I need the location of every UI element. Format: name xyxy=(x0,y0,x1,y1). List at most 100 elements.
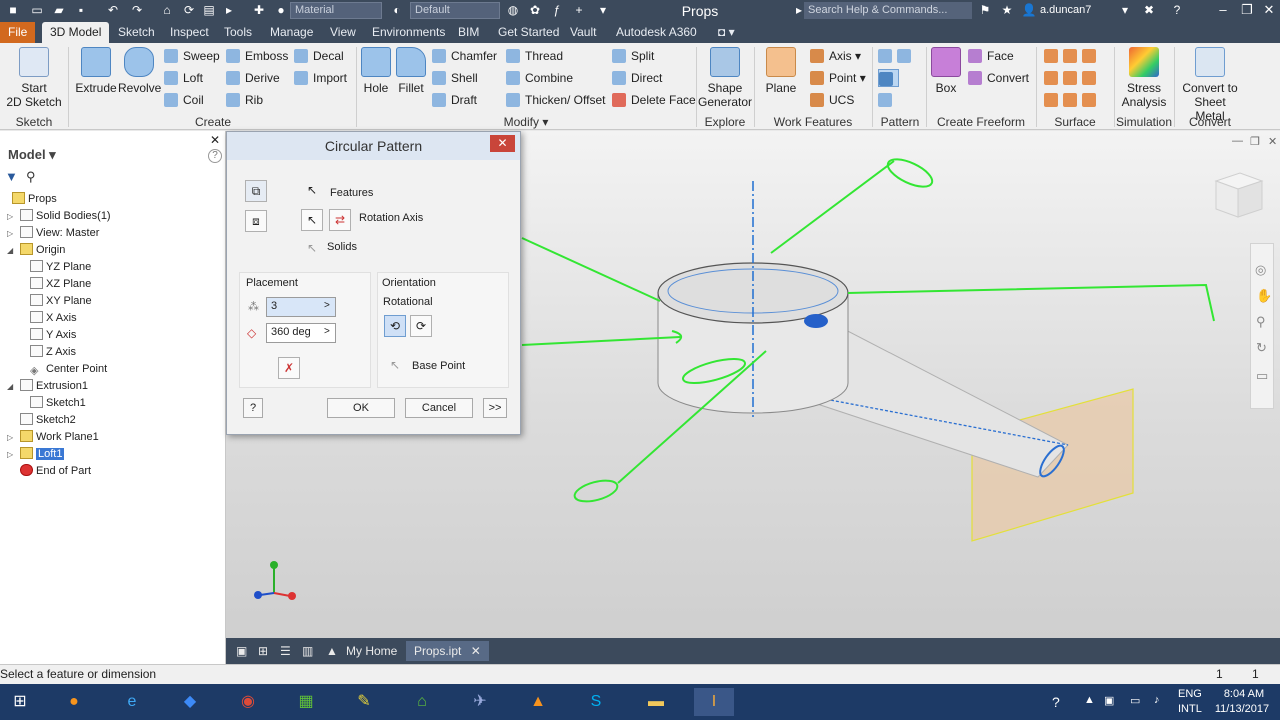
redo-icon[interactable]: ↷ xyxy=(128,3,146,17)
vlc-icon[interactable]: ▲ xyxy=(518,688,558,716)
home-app-icon[interactable]: ⌂ xyxy=(402,688,442,716)
firefox-icon[interactable]: ● xyxy=(54,688,94,716)
fx-icon[interactable]: ƒ xyxy=(548,3,566,17)
internet-explorer-icon[interactable]: e xyxy=(112,688,152,716)
steering-wheel-icon[interactable]: ◎ xyxy=(1255,262,1266,278)
tree-node-end-of-part[interactable]: End of Part xyxy=(20,463,91,480)
rotational-orientation-icon[interactable]: ⟲ xyxy=(384,315,406,337)
appearance-combo[interactable]: Default xyxy=(410,2,500,19)
tree-node-loft1[interactable]: Loft1 xyxy=(20,446,65,463)
plane-button[interactable]: Plane xyxy=(762,47,800,95)
thread-button[interactable]: Thread xyxy=(506,47,563,65)
tab-vault[interactable]: Vault xyxy=(562,22,604,43)
midplane-icon[interactable]: ✗ xyxy=(278,357,300,379)
keyboard-icon[interactable]: ▭ xyxy=(1130,694,1140,707)
language-line-2[interactable]: INTL xyxy=(1178,703,1202,715)
favorites-icon[interactable]: ★ xyxy=(998,3,1016,17)
user-dropdown-icon[interactable]: ▾ xyxy=(1116,3,1134,17)
help-tray-icon[interactable]: ? xyxy=(1052,694,1060,710)
tree-node-xz-plane[interactable]: XZ Plane xyxy=(30,276,91,293)
emboss-button[interactable]: Emboss xyxy=(226,47,288,65)
flip-axis-icon[interactable]: ⇄ xyxy=(329,209,351,231)
user-name[interactable]: a.duncan7 xyxy=(1040,4,1091,16)
ok-button[interactable]: OK xyxy=(327,398,395,418)
expand-icon[interactable]: ▷ xyxy=(7,229,13,238)
angle-arrow-icon[interactable]: > xyxy=(324,326,330,337)
view-cube[interactable] xyxy=(1214,172,1264,218)
volume-icon[interactable]: ♪ xyxy=(1154,694,1160,706)
update-icon[interactable]: ⟳ xyxy=(180,3,198,17)
show-hidden-icons[interactable]: ▲ xyxy=(1084,694,1095,706)
tab-autodesk-a360[interactable]: Autodesk A360 xyxy=(608,22,705,43)
orbit-icon[interactable]: ↻ xyxy=(1256,340,1267,356)
app-logo-icon[interactable]: ■ xyxy=(4,3,22,17)
boundary-patch-icon[interactable] xyxy=(1044,93,1058,107)
repair-bodies-icon[interactable] xyxy=(1082,93,1096,107)
face-button[interactable]: Face xyxy=(968,47,1014,65)
convert-freeform-button[interactable]: Convert xyxy=(968,69,1029,87)
minimize-icon[interactable]: – xyxy=(1212,2,1234,17)
box-button[interactable]: Box xyxy=(928,47,964,95)
extend-icon[interactable] xyxy=(1082,71,1096,85)
pan-icon[interactable]: ✋ xyxy=(1256,288,1272,304)
pattern-solids-mode-icon[interactable]: ⧈ xyxy=(245,210,267,232)
collapse-icon[interactable]: ◢ xyxy=(7,382,13,391)
measure-icon[interactable]: ✚ xyxy=(250,3,268,17)
tab-sketch[interactable]: Sketch xyxy=(110,22,163,43)
tree-node-center-point[interactable]: ◈ Center Point xyxy=(30,361,107,378)
tab-get-started[interactable]: Get Started xyxy=(490,22,567,43)
tree-node-xy-plane[interactable]: XY Plane xyxy=(30,293,92,310)
count-arrow-icon[interactable]: > xyxy=(324,300,330,311)
clear-override-icon[interactable]: ◍ xyxy=(504,3,522,17)
ruled-surface-icon[interactable] xyxy=(1044,71,1058,85)
surface-tools-row-1[interactable] xyxy=(1044,47,1101,65)
viewport-close-icon[interactable]: ✕ xyxy=(1268,135,1277,148)
import-button[interactable]: Import xyxy=(294,69,347,87)
tab-3d-model[interactable]: 3D Model xyxy=(42,22,110,43)
split-button[interactable]: Split xyxy=(612,47,654,65)
network-icon[interactable]: ▣ xyxy=(1104,694,1114,707)
tree-node-extrusion1[interactable]: Extrusion1 xyxy=(20,378,88,395)
base-point-select-icon[interactable]: ↖ xyxy=(384,355,406,377)
open-file-icon[interactable]: ▰ xyxy=(50,3,68,17)
help-icon[interactable]: ? xyxy=(1168,3,1186,17)
ucs-button[interactable]: UCS xyxy=(810,91,854,109)
start-2d-sketch-button[interactable]: Start 2D Sketch xyxy=(6,47,62,109)
point-button[interactable]: Point ▾ xyxy=(810,69,866,87)
rib-button[interactable]: Rib xyxy=(226,91,263,109)
tree-node-sketch1[interactable]: Sketch1 xyxy=(30,395,86,412)
tree-node-solid-bodies[interactable]: Solid Bodies(1) xyxy=(20,208,111,225)
filter-icon[interactable]: ▼ xyxy=(5,169,18,184)
home-icon[interactable]: ⌂ xyxy=(158,3,176,17)
tree-node-z-axis[interactable]: Z Axis xyxy=(30,344,76,361)
trim-icon[interactable] xyxy=(1063,71,1077,85)
tab-file[interactable]: File xyxy=(0,22,36,43)
panel-title-modify[interactable]: Modify ▾ xyxy=(358,115,694,129)
look-at-icon[interactable]: ▭ xyxy=(1256,368,1268,384)
revolve-button[interactable]: Revolve xyxy=(118,47,161,95)
draft-button[interactable]: Draft xyxy=(432,91,477,109)
delete-face-button[interactable]: Delete Face xyxy=(612,91,696,109)
tree-node-y-axis[interactable]: Y Axis xyxy=(30,327,76,344)
viewport-minimize-icon[interactable]: — xyxy=(1232,135,1243,147)
hole-button[interactable]: Hole xyxy=(360,47,392,95)
excel-icon[interactable]: ▦ xyxy=(286,688,326,716)
print-icon[interactable]: ▤ xyxy=(200,3,218,17)
file-explorer-icon[interactable]: ▬ xyxy=(636,688,676,716)
close-browser-icon[interactable]: ✕ xyxy=(210,133,220,147)
windows-start-icon[interactable]: ⊞ xyxy=(0,688,40,716)
cancel-button[interactable]: Cancel xyxy=(405,398,473,418)
clock-time[interactable]: 8:04 AM xyxy=(1216,688,1272,700)
tree-node-work-plane1[interactable]: Work Plane1 xyxy=(20,429,99,446)
mirror-icon[interactable] xyxy=(897,49,911,63)
skype-icon[interactable]: S xyxy=(576,688,616,716)
tree-node-view-master[interactable]: View: Master xyxy=(20,225,99,242)
dropbox-icon[interactable]: ◆ xyxy=(170,688,210,716)
chamfer-button[interactable]: Chamfer xyxy=(432,47,497,65)
extrude-button[interactable]: Extrude xyxy=(74,47,118,95)
loft-button[interactable]: Loft xyxy=(164,69,203,87)
select-mode-icon[interactable]: ▸ xyxy=(220,3,238,17)
material-icon[interactable]: ● xyxy=(272,3,290,17)
axis-button[interactable]: Axis ▾ xyxy=(810,47,861,65)
viewport-restore-icon[interactable]: ❐ xyxy=(1250,135,1260,148)
